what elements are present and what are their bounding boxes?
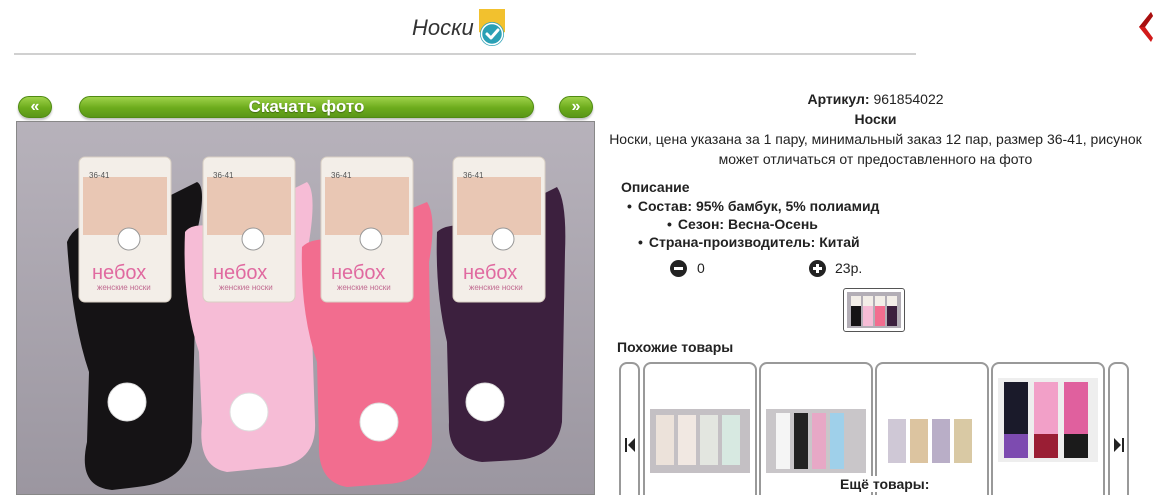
check-badge-icon — [478, 8, 506, 48]
price-value: 23р. — [835, 260, 863, 276]
article-label: Артикул: — [807, 91, 870, 107]
quantity-stepper: 0 23р. — [670, 260, 890, 278]
photo-thumbnail[interactable] — [843, 288, 905, 332]
attribute-season: Сезон: Весна-Осень — [598, 215, 1153, 233]
decrease-button[interactable] — [670, 260, 687, 277]
similar-item[interactable] — [643, 362, 757, 495]
description-heading: Описание — [621, 179, 690, 195]
increase-button[interactable] — [809, 260, 826, 277]
similar-heading: Похожие товары — [617, 339, 734, 355]
similar-item[interactable] — [991, 362, 1105, 495]
attribute-list: Состав: 95% бамбук, 5% полиамид Сезон: В… — [598, 197, 1153, 251]
close-arrow-icon[interactable] — [1137, 10, 1153, 44]
next-arrow-icon[interactable] — [1108, 362, 1129, 495]
page-header: Носки — [412, 8, 506, 48]
svg-text:небох: небох — [213, 262, 267, 284]
next-photo-button[interactable]: » — [559, 96, 593, 118]
quantity-value: 0 — [697, 260, 705, 276]
svg-text:женские носки: женские носки — [337, 283, 391, 292]
svg-text:36-41: 36-41 — [89, 171, 110, 180]
svg-text:женские носки: женские носки — [219, 283, 273, 292]
svg-text:36-41: 36-41 — [463, 171, 484, 180]
product-description: Носки, цена указана за 1 пару, минимальн… — [609, 131, 1142, 167]
article-line: Артикул: 961854022 — [598, 89, 1153, 109]
product-info: Артикул: 961854022 Носки Носки, цена ука… — [598, 89, 1153, 251]
svg-text:небох: небох — [92, 262, 146, 284]
svg-text:36-41: 36-41 — [331, 171, 352, 180]
attribute-composition: Состав: 95% бамбук, 5% полиамид — [598, 197, 1153, 215]
product-name: Носки — [854, 111, 897, 127]
prev-arrow-icon[interactable] — [619, 362, 640, 495]
svg-text:небох: небох — [463, 262, 517, 284]
svg-text:женские носки: женские носки — [97, 283, 151, 292]
product-photo: небох небох небох небох женские носки же… — [16, 121, 595, 495]
svg-text:36-41: 36-41 — [213, 171, 234, 180]
article-value: 961854022 — [873, 91, 944, 107]
prev-photo-button[interactable]: « — [18, 96, 52, 118]
svg-text:женские носки: женские носки — [469, 283, 523, 292]
more-items-label: Ещё товары: — [838, 476, 932, 492]
attribute-country: Страна-производитель: Китай — [598, 233, 1153, 251]
header-divider — [14, 53, 916, 55]
page-title: Носки — [412, 15, 474, 40]
svg-text:небох: небох — [331, 262, 385, 284]
download-photo-button[interactable]: Скачать фото — [79, 96, 534, 118]
